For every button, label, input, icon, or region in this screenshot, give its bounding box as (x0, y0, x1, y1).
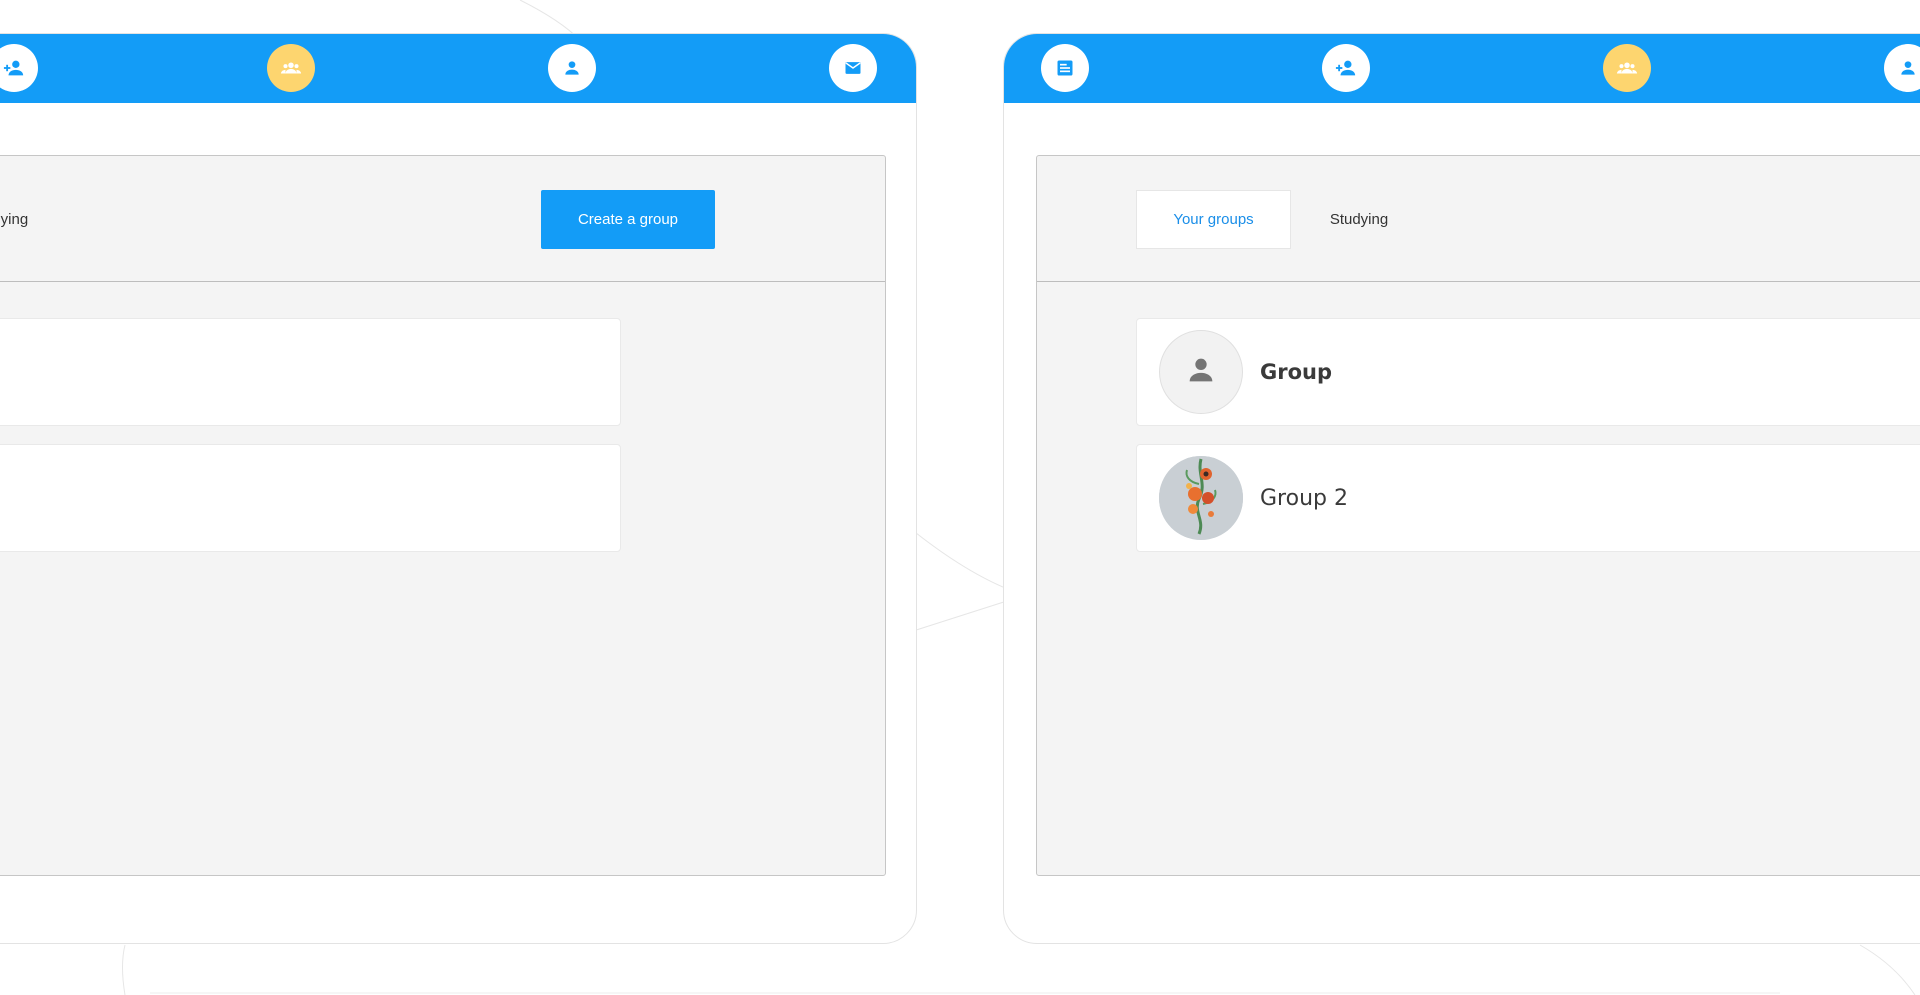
groups-icon (280, 57, 302, 79)
left-device-screen: Studying Create a group (0, 33, 917, 944)
group-name: Group 2 (1260, 485, 1348, 511)
person-icon (1898, 58, 1918, 78)
add-person-nav-button[interactable] (0, 44, 38, 92)
groups-nav-button[interactable] (1603, 44, 1651, 92)
top-navigation-bar (0, 34, 916, 103)
groups-panel: Your groups Studying Group Group 2 (1036, 155, 1920, 876)
group-card[interactable] (0, 444, 621, 552)
person-placeholder-icon (1184, 353, 1218, 392)
person-icon (562, 58, 582, 78)
group-card[interactable] (0, 318, 621, 426)
panel-header: Studying Create a group (0, 156, 885, 282)
tab-studying[interactable]: Studying (1299, 190, 1419, 249)
top-navigation-bar (1004, 34, 1920, 103)
groups-icon (1616, 57, 1638, 79)
add-person-icon (1335, 57, 1357, 79)
add-person-nav-button[interactable] (1322, 44, 1370, 92)
add-person-icon (3, 57, 25, 79)
profile-nav-button[interactable] (548, 44, 596, 92)
mail-icon (843, 58, 863, 78)
group-avatar (1159, 456, 1243, 540)
groups-nav-button[interactable] (267, 44, 315, 92)
group-list-item[interactable]: Group (1136, 318, 1920, 426)
group-name: Group (1260, 360, 1333, 384)
right-device-screen: Your groups Studying Group Group 2 (1003, 33, 1920, 944)
groups-panel: Studying Create a group (0, 155, 886, 876)
tab-your-groups[interactable]: Your groups (1136, 190, 1291, 249)
create-group-button[interactable]: Create a group (541, 190, 715, 249)
panel-header: Your groups Studying (1037, 156, 1920, 282)
group-avatar (1159, 330, 1243, 414)
flower-photo-icon (1159, 456, 1243, 540)
profile-nav-button[interactable] (1884, 44, 1920, 92)
messages-nav-button[interactable] (829, 44, 877, 92)
feed-nav-button[interactable] (1041, 44, 1089, 92)
group-list-item[interactable]: Group 2 (1136, 444, 1920, 552)
tab-studying[interactable]: Studying (0, 190, 64, 249)
feed-icon (1055, 58, 1075, 78)
